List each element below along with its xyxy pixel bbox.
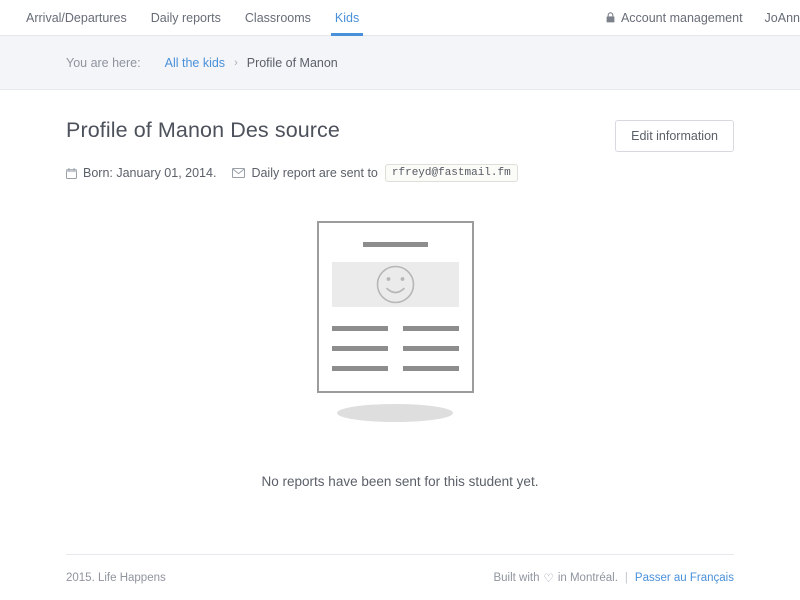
breadcrumb: You are here: All the kids › Profile of … — [0, 36, 800, 90]
footer-built-prefix: Built with — [493, 571, 540, 584]
daily-report-email-item: Daily report are sent to rfreyd@fastmail… — [232, 164, 518, 182]
empty-state-message: No reports have been sent for this stude… — [261, 474, 539, 489]
top-navigation: Arrival/Departures Daily reports Classro… — [0, 0, 800, 36]
edit-information-button[interactable]: Edit information — [615, 120, 734, 152]
breadcrumb-separator-icon: › — [234, 56, 238, 69]
language-switch-link[interactable]: Passer au Français — [635, 572, 734, 584]
nav-user-menu[interactable]: JoAnn — [755, 0, 800, 35]
nav-primary-links: Arrival/Departures Daily reports Classro… — [0, 0, 371, 36]
nav-item-label: Classrooms — [244, 10, 311, 25]
document-placeholder-icon — [317, 221, 474, 422]
nav-item-label: Arrival/Departures — [26, 10, 127, 25]
nav-item-account-management[interactable]: Account management — [594, 0, 755, 35]
breadcrumb-current: Profile of Manon — [246, 55, 338, 70]
lock-icon — [606, 12, 615, 23]
birth-date-item: Born: January 01, 2014. — [66, 166, 216, 180]
nav-item-classrooms[interactable]: Classrooms — [233, 0, 323, 35]
calendar-icon — [66, 167, 77, 179]
heart-icon: ♡ — [543, 572, 554, 585]
empty-state-illustration — [66, 216, 734, 426]
nav-item-arrival-departures[interactable]: Arrival/Departures — [14, 0, 139, 35]
profile-meta: Born: January 01, 2014. Daily report are… — [66, 164, 734, 182]
email-chip: rfreyd@fastmail.fm — [384, 164, 518, 182]
main-content: Profile of Manon Des source Edit informa… — [0, 90, 800, 554]
page-footer: 2015. Life Happens Built with ♡ in Montr… — [66, 554, 734, 600]
footer-credits: Built with ♡ in Montréal. | Passer au Fr… — [493, 571, 734, 585]
nav-item-label: Account management — [620, 10, 743, 25]
nav-secondary-links: Account management JoAnn — [594, 0, 800, 35]
page-title: Profile of Manon Des source — [66, 118, 340, 142]
footer-separator: | — [624, 571, 628, 584]
nav-item-kids[interactable]: Kids — [323, 0, 371, 36]
nav-user-label: JoAnn — [764, 10, 800, 25]
daily-report-label: Daily report are sent to — [251, 166, 378, 180]
breadcrumb-prefix: You are here: — [66, 55, 141, 70]
footer-copyright: 2015. Life Happens — [66, 571, 166, 584]
nav-item-label: Kids — [334, 10, 360, 25]
profile-header: Profile of Manon Des source Edit informa… — [66, 90, 734, 152]
birth-date-label: Born: January 01, 2014. — [83, 166, 217, 180]
app-page: Arrival/Departures Daily reports Classro… — [0, 0, 800, 600]
footer-built-suffix: in Montréal. — [557, 571, 618, 584]
breadcrumb-link-all-the-kids[interactable]: All the kids — [165, 56, 225, 70]
nav-item-label: Daily reports — [150, 10, 221, 25]
nav-item-daily-reports[interactable]: Daily reports — [139, 0, 233, 35]
envelope-icon — [232, 168, 246, 178]
